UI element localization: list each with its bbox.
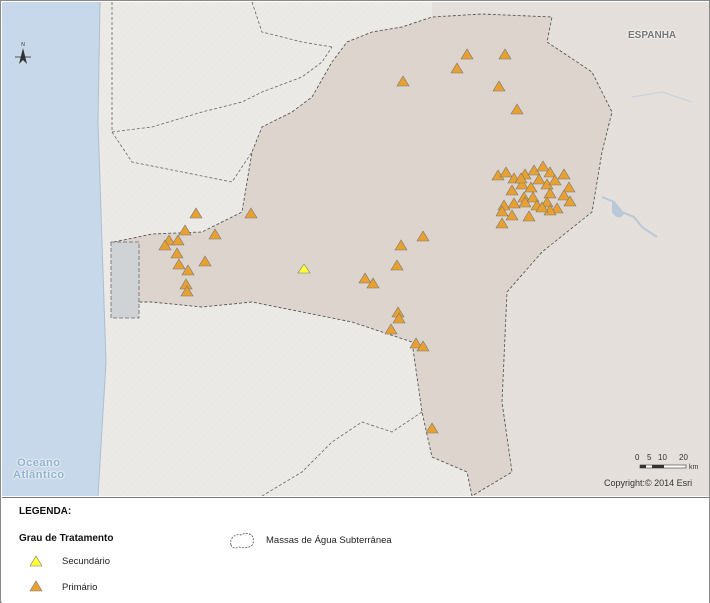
scale-unit: km xyxy=(689,464,699,471)
legend-panel: LEGENDA: Grau de Tratamento Secundário P… xyxy=(2,497,709,603)
scale-tick-10: 10 xyxy=(658,453,667,462)
scale-tick-5: 5 xyxy=(647,453,652,462)
map-frame: N ESPANHA Oceano Atlântico 0 5 10 20 km … xyxy=(0,0,710,603)
legend-title: LEGENDA: xyxy=(19,506,72,517)
coastal-water-body xyxy=(110,241,140,319)
legend-primary-symbol xyxy=(29,580,43,592)
groundwater-body-icon xyxy=(230,533,254,549)
legend-groundwater-label: Massas de Água Subterrânea xyxy=(266,535,392,546)
relief-texture xyxy=(2,2,709,496)
legend-secondary-label: Secundário xyxy=(62,556,111,567)
legend-primary-label: Primário xyxy=(62,582,98,593)
legend-secondary-symbol xyxy=(29,555,43,567)
map-svg xyxy=(2,2,709,496)
copyright-text: Copyright:© 2014 Esri xyxy=(604,478,693,488)
north-label: N xyxy=(21,42,25,48)
scale-bar xyxy=(639,464,687,469)
ocean-label: Oceano Atlântico xyxy=(13,457,65,481)
north-arrow: N xyxy=(12,40,34,75)
legend-subtitle: Grau de Tratamento xyxy=(19,533,114,544)
map-canvas[interactable] xyxy=(2,2,709,496)
scale-tick-0: 0 xyxy=(635,453,640,462)
scale-tick-20: 20 xyxy=(679,453,688,462)
country-label: ESPANHA xyxy=(628,30,677,41)
